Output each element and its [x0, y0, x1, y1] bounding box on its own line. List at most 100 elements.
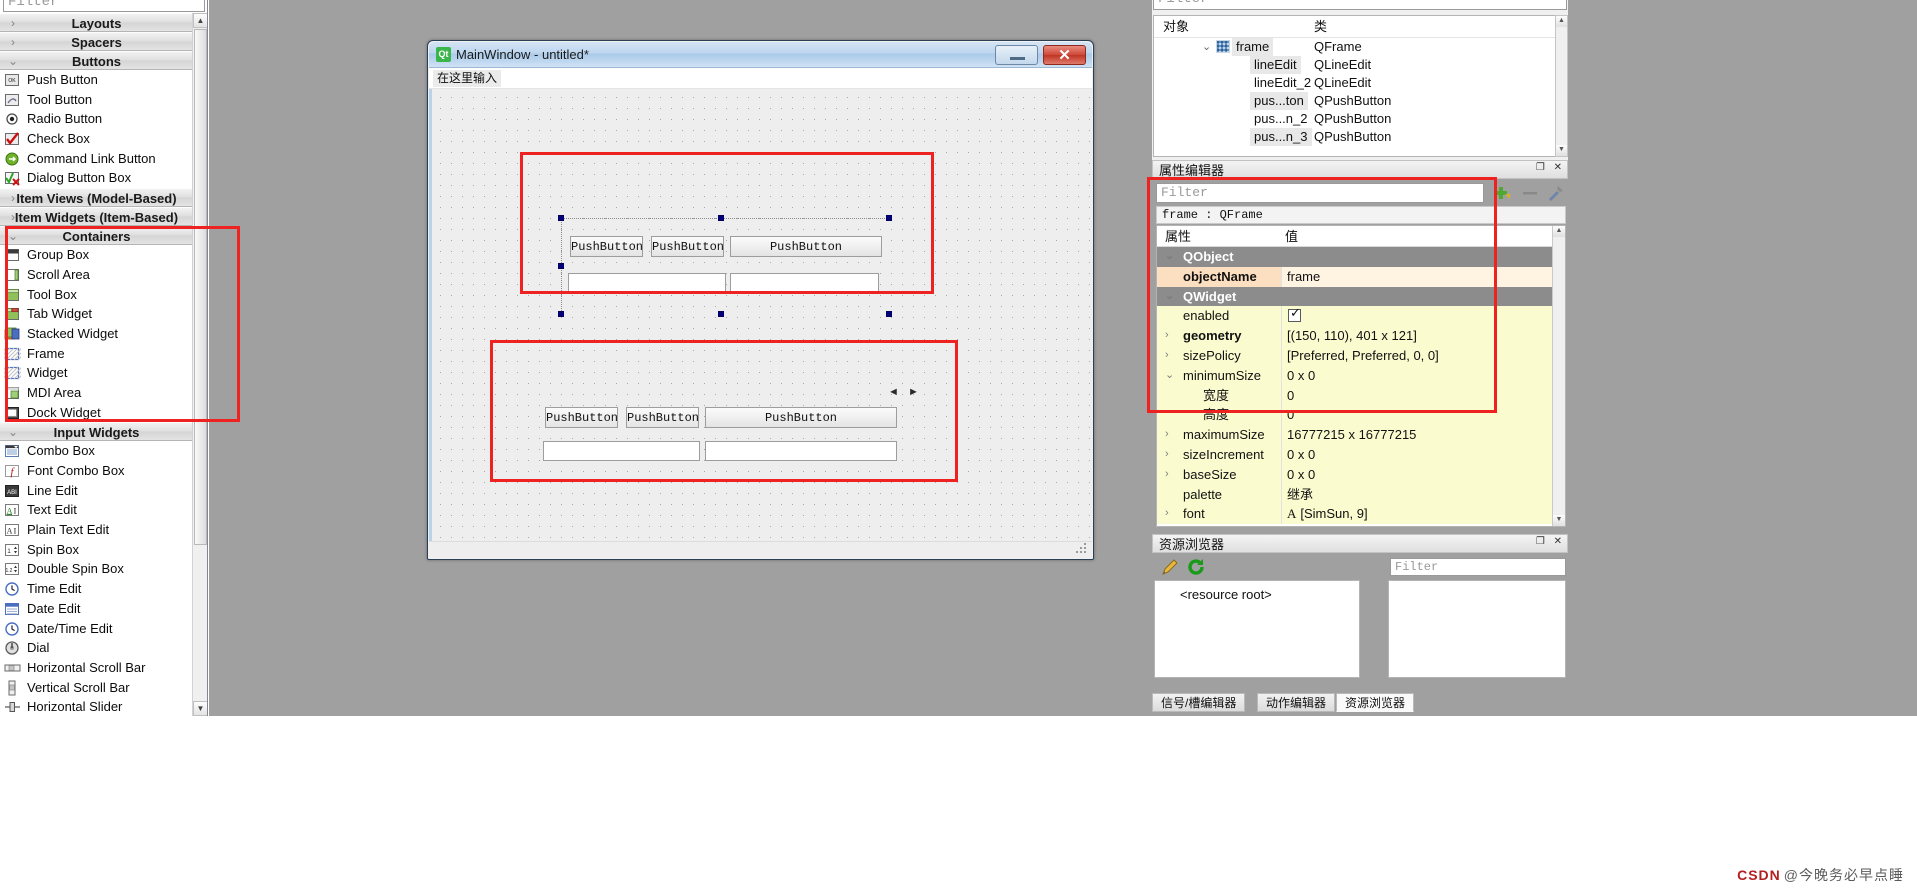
chevron-down-icon: ⌄ [7, 425, 19, 440]
property-value-cell[interactable]: 继承 [1281, 484, 1565, 505]
property-value-cell[interactable]: 16777215 x 16777215 [1281, 425, 1565, 445]
tab-2[interactable]: 资源浏览器 [1336, 693, 1415, 712]
form-title-bar[interactable]: Qt MainWindow - untitled* ✕ [429, 42, 1092, 68]
float-icon[interactable]: ❐ [1536, 162, 1545, 173]
float-icon[interactable]: ❐ [1536, 536, 1545, 547]
object-inspector-tree[interactable]: 对象 类 ⌄ frame QFrame lineEdit QLineEdit lineEd… [1153, 15, 1567, 157]
widget-item-horizontal-scroll-bar[interactable]: Horizontal Scroll Bar [0, 657, 193, 678]
widget-item-spin-box[interactable]: 1 Spin Box [0, 539, 193, 560]
property-row[interactable]: › baseSize 0 x 0 [1157, 464, 1565, 485]
property-value-cell[interactable]: A [SimSun, 9] [1281, 504, 1565, 525]
widget-item-dialog-button-box[interactable]: Dialog Button Box [0, 168, 193, 189]
object-inspector-row[interactable]: lineEdit QLineEdit [1154, 56, 1566, 74]
widget-item-time-edit[interactable]: Time Edit [0, 579, 193, 599]
widget-item-double-spin-box[interactable]: 1.2 Double Spin Box [0, 559, 193, 580]
widget-category-item-widgets-item-based[interactable]: › Item Widgets (Item-Based) [0, 207, 193, 227]
resource-preview-list[interactable] [1388, 580, 1566, 678]
resource-browser-dock-buttons[interactable]: ❐ ✕ [1536, 536, 1562, 547]
minimize-icon [1010, 57, 1025, 60]
widget-category-input-widgets[interactable]: ⌄ Input Widgets [0, 422, 193, 442]
command-link-button-icon [4, 151, 21, 167]
property-row[interactable]: › font A [SimSun, 9] [1157, 504, 1565, 525]
selection-handle-br[interactable] [886, 311, 892, 317]
widget-item-label: Double Spin Box [27, 561, 124, 577]
widget-item-combo-box[interactable]: Combo Box [0, 441, 193, 461]
widget-category-spacers[interactable]: › Spacers [0, 32, 193, 51]
object-class-cell: QPushButton [1314, 111, 1392, 126]
object-inspector-row[interactable]: ⌄ frame QFrame [1154, 38, 1566, 56]
pencil-icon[interactable] [1160, 557, 1180, 577]
tab-0[interactable]: 信号/槽编辑器 [1152, 693, 1246, 712]
svg-text:I: I [14, 527, 17, 536]
widget-item-command-link-button[interactable]: Command Link Button [0, 148, 193, 169]
scroll-up-arrow-icon[interactable]: ▲ [1556, 16, 1567, 27]
widget-item-label: Text Edit [27, 502, 77, 518]
scroll-up-arrow-icon[interactable]: ▲ [1553, 226, 1565, 237]
widget-item-label: Push Button [27, 72, 98, 87]
chevron-down-icon[interactable]: ⌄ [1202, 38, 1211, 56]
widget-item-line-edit[interactable]: ABI Line Edit [0, 480, 193, 501]
configure-property-button[interactable] [1546, 183, 1566, 203]
svg-text:1.2: 1.2 [6, 568, 13, 574]
widget-item-font-combo-box[interactable]: f Font Combo Box [0, 461, 193, 481]
property-editor-dock-buttons[interactable]: ❐ ✕ [1536, 162, 1562, 173]
widget-item-text-edit[interactable]: A I Text Edit [0, 500, 193, 521]
property-value-cell[interactable]: 0 x 0 [1281, 464, 1565, 485]
object-inspector-scrollbar[interactable]: ▲ ▼ [1555, 15, 1568, 157]
close-icon[interactable]: ✕ [1554, 162, 1562, 173]
resource-root-label[interactable]: <resource root> [1180, 587, 1272, 602]
resource-filter-input[interactable]: Filter [1390, 558, 1566, 576]
widget-item-check-box[interactable]: Check Box [0, 129, 193, 149]
scroll-up-arrow-icon[interactable]: ▲ [193, 13, 207, 28]
close-icon[interactable]: ✕ [1554, 536, 1562, 547]
design-canvas-area[interactable]: Qt MainWindow - untitled* ✕ 在这里输入 PushBu… [209, 0, 1148, 716]
object-inspector-row[interactable]: pus...n_2 QPushButton [1154, 110, 1566, 128]
widget-item-label: Dialog Button Box [27, 170, 132, 186]
minimize-button[interactable] [995, 45, 1038, 65]
property-value-cell[interactable]: 0 x 0 [1281, 444, 1565, 465]
selection-handle-bc[interactable] [718, 311, 724, 317]
widget-item-vertical-scroll-bar[interactable]: Vertical Scroll Bar [0, 677, 193, 698]
scroll-down-arrow-icon[interactable]: ▼ [193, 701, 207, 716]
widget-item-label: Radio Button [27, 111, 103, 127]
widget-item-radio-button[interactable]: Radio Button [0, 109, 193, 130]
refresh-icon[interactable] [1186, 557, 1206, 577]
svg-text:I: I [14, 507, 17, 516]
widget-item-plain-text-edit[interactable]: A I Plain Text Edit [0, 520, 193, 540]
scroll-down-arrow-icon[interactable]: ▼ [1553, 515, 1565, 526]
widget-category-buttons[interactable]: ⌄ Buttons [0, 51, 193, 70]
property-row[interactable]: palette 继承 [1157, 484, 1565, 505]
property-table-scrollbar[interactable]: ▲ ▼ [1552, 226, 1565, 526]
annotation-box-frame1 [520, 152, 934, 294]
widget-item-date-edit[interactable]: Date Edit [0, 598, 193, 619]
close-button[interactable]: ✕ [1043, 45, 1086, 65]
resource-tree[interactable]: <resource root> [1154, 580, 1360, 678]
widget-item-dial[interactable]: Dial [0, 638, 193, 658]
selection-handle-bl[interactable] [558, 311, 564, 317]
push-button-icon: OK [4, 72, 21, 88]
object-inspector-row[interactable]: pus...n_3 QPushButton [1154, 128, 1566, 146]
remove-property-button[interactable] [1520, 183, 1540, 203]
widget-item-horizontal-slider[interactable]: Horizontal Slider [0, 697, 193, 716]
object-inspector-row[interactable]: pus...ton QPushButton [1154, 92, 1566, 110]
form-menu-bar[interactable]: 在这里输入 [429, 68, 1092, 89]
widget-item-label: Check Box [27, 131, 90, 147]
widget-item-push-button[interactable]: OK Push Button [0, 70, 193, 90]
svg-text:A: A [7, 527, 13, 536]
scroll-down-arrow-icon[interactable]: ▼ [1556, 145, 1567, 156]
property-row[interactable]: › maximumSize 16777215 x 16777215 [1157, 425, 1565, 445]
widget-item-tool-button[interactable]: Tool Button [0, 89, 193, 110]
widget-category-item-views-model-based[interactable]: › Item Views (Model-Based) [0, 188, 193, 208]
widget-category-layouts[interactable]: › Layouts [0, 13, 193, 32]
vertical-scroll-bar-icon [4, 680, 21, 696]
resize-grip-icon[interactable] [1076, 543, 1088, 555]
widget-box-filter-input[interactable]: Filter [3, 0, 205, 12]
main-window-form[interactable]: Qt MainWindow - untitled* ✕ 在这里输入 PushBu… [427, 40, 1094, 560]
property-row[interactable]: › sizeIncrement 0 x 0 [1157, 444, 1565, 465]
object-inspector-row[interactable]: lineEdit_2 QLineEdit [1154, 74, 1566, 92]
widget-item-date-time-edit[interactable]: Date/Time Edit [0, 618, 193, 639]
object-inspector-filter-input[interactable]: Filter [1153, 0, 1567, 10]
tab-1[interactable]: 动作编辑器 [1257, 693, 1336, 712]
menu-placeholder-item[interactable]: 在这里输入 [433, 70, 502, 87]
bottom-dock-tabs[interactable]: 信号/槽编辑器 动作编辑器 资源浏览器 [1152, 693, 1568, 713]
